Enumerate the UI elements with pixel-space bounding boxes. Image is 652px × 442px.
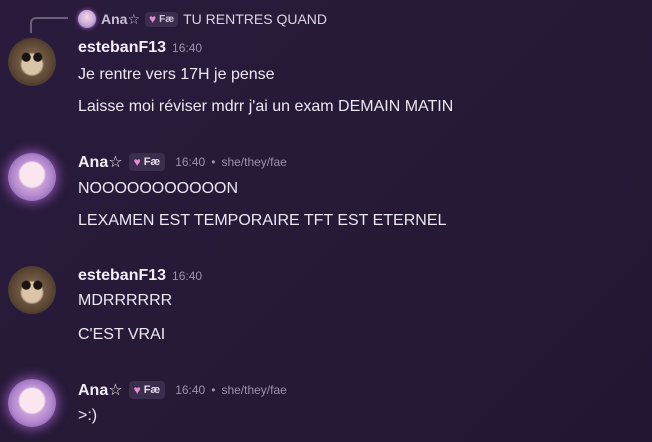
role-tag-label: Fæ <box>143 156 161 168</box>
username[interactable]: estebanF13 <box>78 267 166 285</box>
reply-connector <box>30 17 68 33</box>
role-tag[interactable]: ♥ Fæ <box>128 153 166 171</box>
role-tag[interactable]: ♥ Fæ <box>128 381 166 399</box>
reply-author[interactable]: Ana☆ <box>101 11 140 28</box>
message-text: >:) <box>78 407 98 424</box>
message-text: Laisse moi réviser mdrr j'ai un exam DEM… <box>78 98 454 115</box>
message-text: Je rentre vers 17H je pense <box>78 66 275 83</box>
username[interactable]: Ana☆ <box>78 152 123 172</box>
reply-role-tag[interactable]: ♥ Fæ <box>145 11 179 27</box>
timestamp[interactable]: 16:40 <box>172 41 202 55</box>
username[interactable]: Ana☆ <box>78 380 123 400</box>
avatar[interactable] <box>8 153 56 201</box>
heart-icon: ♥ <box>149 12 157 26</box>
message-header: Ana☆ ♥ Fæ 16:40 • she/they/fae <box>78 152 287 172</box>
reply-preview[interactable]: Ana☆ ♥ Fæ TU RENTRES QUAND <box>78 9 327 29</box>
message-header: estebanF13 16:40 <box>78 266 202 286</box>
heart-icon: ♥ <box>133 155 141 169</box>
reply-avatar[interactable] <box>78 10 96 28</box>
role-tag-label: Fæ <box>143 384 161 396</box>
separator: • <box>211 383 216 397</box>
pronouns: she/they/fae <box>221 383 287 397</box>
separator: • <box>211 155 216 169</box>
reply-text[interactable]: TU RENTRES QUAND <box>183 11 327 27</box>
message-text: LEXAMEN EST TEMPORAIRE TFT EST ETERNEL <box>78 212 447 229</box>
timestamp[interactable]: 16:40 <box>175 155 205 169</box>
heart-icon: ♥ <box>133 383 141 397</box>
timestamp[interactable]: 16:40 <box>175 383 205 397</box>
timestamp[interactable]: 16:40 <box>172 269 202 283</box>
message-header: Ana☆ ♥ Fæ 16:40 • she/they/fae <box>78 380 287 400</box>
avatar[interactable] <box>8 379 56 427</box>
username[interactable]: estebanF13 <box>78 39 166 57</box>
message-text: MDRRRRRR <box>78 292 173 309</box>
pronouns: she/they/fae <box>221 155 287 169</box>
message-text: NOOOOOOOOOOON <box>78 180 239 197</box>
message-text: C'EST VRAI <box>78 326 166 343</box>
reply-role-tag-label: Fæ <box>159 13 175 25</box>
avatar[interactable] <box>8 38 56 86</box>
message-header: estebanF13 16:40 <box>78 38 202 58</box>
avatar[interactable] <box>8 266 56 314</box>
